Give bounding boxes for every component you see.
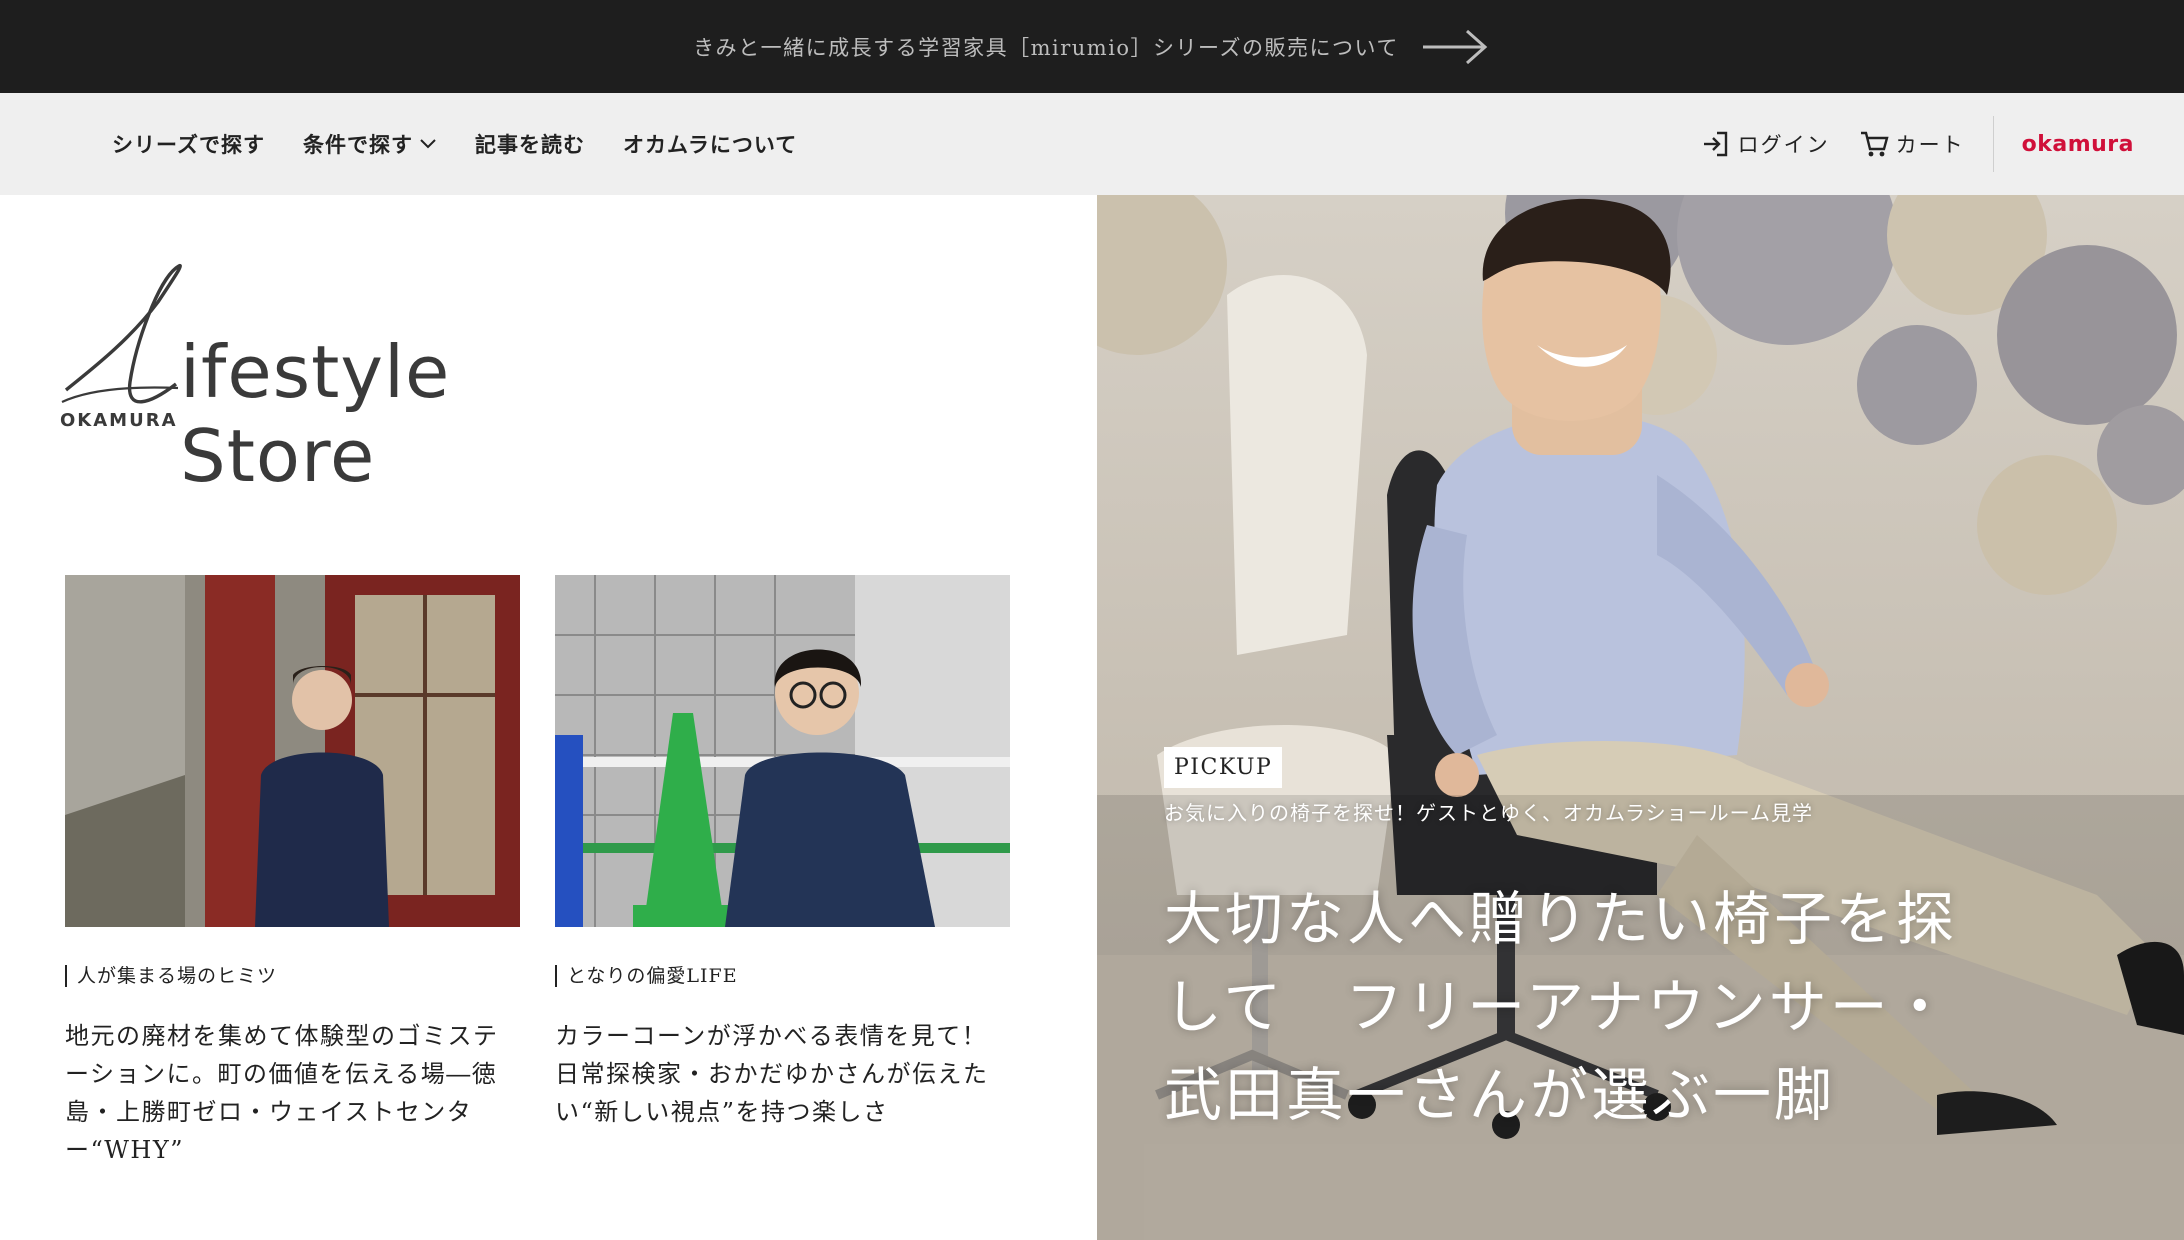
pickup-badge: PICKUP	[1164, 747, 1283, 788]
main-nav: シリーズで探す 条件で探す 記事を読む オカムラについて ログイン カート ok	[0, 93, 2184, 195]
login-label: ログイン	[1737, 133, 1830, 157]
article-category[interactable]: 人が集まる場のヒミツ	[65, 965, 520, 987]
login-link[interactable]: ログイン	[1700, 128, 1830, 160]
script-l-icon	[61, 264, 182, 404]
announcement-bar[interactable]: きみと一緒に成長する学習家具［mirumio］シリーズの販売について	[0, 0, 2184, 93]
pickup-subtitle[interactable]: お気に入りの椅子を探せ！ゲストとゆく、オカムラショールーム見学	[1164, 797, 1813, 826]
article-category[interactable]: となりの偏愛LIFE	[555, 965, 1010, 987]
article-title[interactable]: 地元の廃材を集めて体験型のゴミステーションに。町の価値を伝える場―徳島・上勝町ゼ…	[65, 1017, 520, 1169]
article-title[interactable]: カラーコーンが浮かべる表情を見て！日常探検家・おかだゆかさんが伝えたい“新しい視…	[555, 1017, 1010, 1131]
nav-item-about[interactable]: オカムラについて	[623, 129, 797, 159]
chevron-down-icon	[420, 139, 436, 149]
pickup-hero[interactable]: PICKUP お気に入りの椅子を探せ！ゲストとゆく、オカムラショールーム見学 大…	[1097, 195, 2184, 1240]
logo-wordmark: ifestyle Store	[180, 330, 451, 498]
cart-label: カート	[1895, 133, 1965, 157]
cart-icon	[1860, 131, 1889, 157]
article-image[interactable]	[65, 575, 520, 927]
article-card[interactable]: となりの偏愛LIFE カラーコーンが浮かべる表情を見て！日常探検家・おかだゆかさ…	[555, 575, 1010, 1131]
okamura-logo[interactable]: okamura	[2022, 132, 2134, 157]
announcement-text[interactable]: きみと一緒に成長する学習家具［mirumio］シリーズの販売について	[693, 32, 1399, 62]
lifestyle-store-logo[interactable]: ifestyle Store OKAMURA	[58, 262, 618, 498]
nav-actions: ログイン カート okamura	[1700, 93, 2184, 195]
nav-divider	[1992, 116, 1994, 172]
nav-item-label: 記事を読む	[474, 133, 585, 157]
arrow-right-icon[interactable]	[1421, 27, 1491, 67]
nav-item-articles[interactable]: 記事を読む	[475, 129, 585, 159]
nav-item-series[interactable]: シリーズで探す	[112, 129, 265, 159]
nav-links: シリーズで探す 条件で探す 記事を読む オカムラについて	[112, 129, 797, 159]
nav-item-label: シリーズで探す	[112, 133, 265, 157]
login-icon	[1703, 131, 1727, 157]
nav-item-conditions[interactable]: 条件で探す	[303, 129, 437, 159]
pickup-title[interactable]: 大切な人へ贈りたい椅子を探して フリーアナウンサー・武田真一さんが選ぶ一脚	[1164, 875, 1984, 1139]
logo-subtext: OKAMURA	[60, 410, 178, 431]
cart-link[interactable]: カート	[1858, 128, 1965, 160]
article-image[interactable]	[555, 575, 1010, 927]
nav-item-label: 条件で探す	[302, 133, 413, 157]
article-card[interactable]: 人が集まる場のヒミツ 地元の廃材を集めて体験型のゴミステーションに。町の価値を伝…	[65, 575, 520, 1169]
nav-item-label: オカムラについて	[622, 133, 798, 157]
